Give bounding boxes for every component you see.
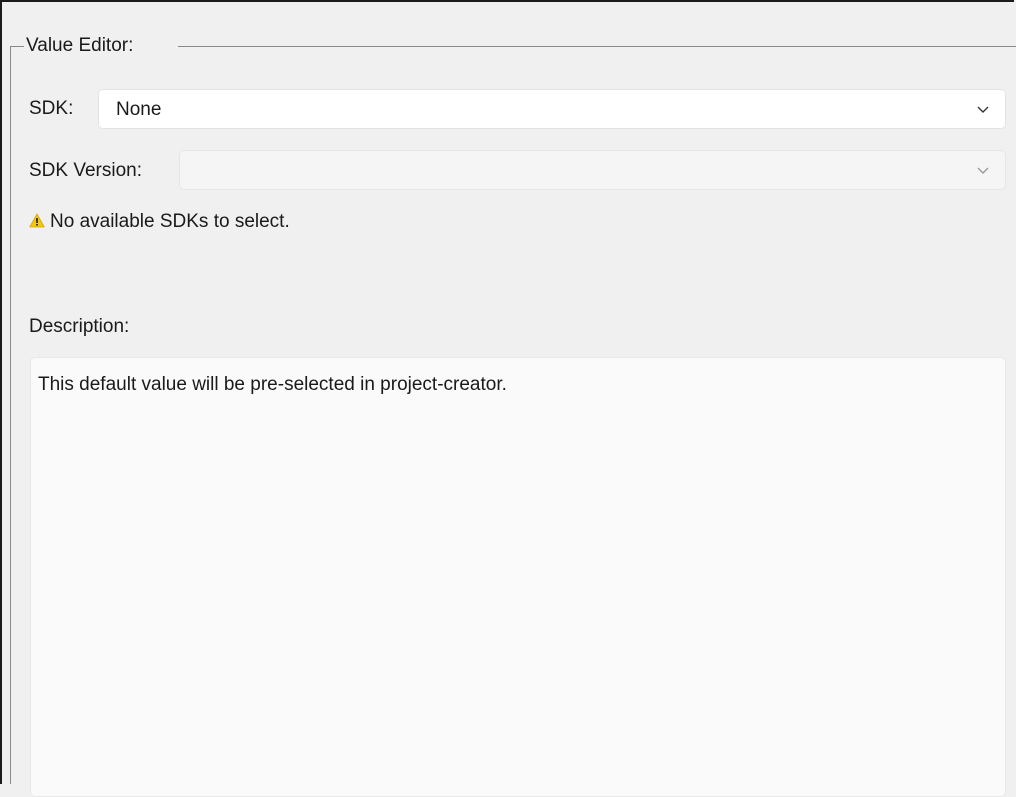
group-border-top-left: [10, 46, 24, 47]
sdk-label: SDK:: [29, 98, 74, 119]
sdk-version-label: SDK Version:: [29, 160, 142, 181]
group-border-left: [10, 46, 11, 784]
group-border-top-right: [178, 46, 1016, 47]
warning-text: No available SDKs to select.: [50, 211, 290, 232]
sdk-version-dropdown[interactable]: [179, 150, 1006, 190]
description-label: Description:: [29, 316, 130, 337]
description-text: This default value will be pre-selected …: [38, 374, 507, 395]
warning-icon: [29, 213, 45, 228]
sdk-selected-value: None: [116, 99, 162, 120]
chevron-down-icon: [977, 106, 989, 113]
chevron-down-icon: [977, 167, 989, 174]
sdk-dropdown[interactable]: None: [98, 89, 1006, 129]
description-textarea[interactable]: This default value will be pre-selected …: [30, 357, 1006, 797]
group-title: Value Editor:: [24, 35, 138, 57]
